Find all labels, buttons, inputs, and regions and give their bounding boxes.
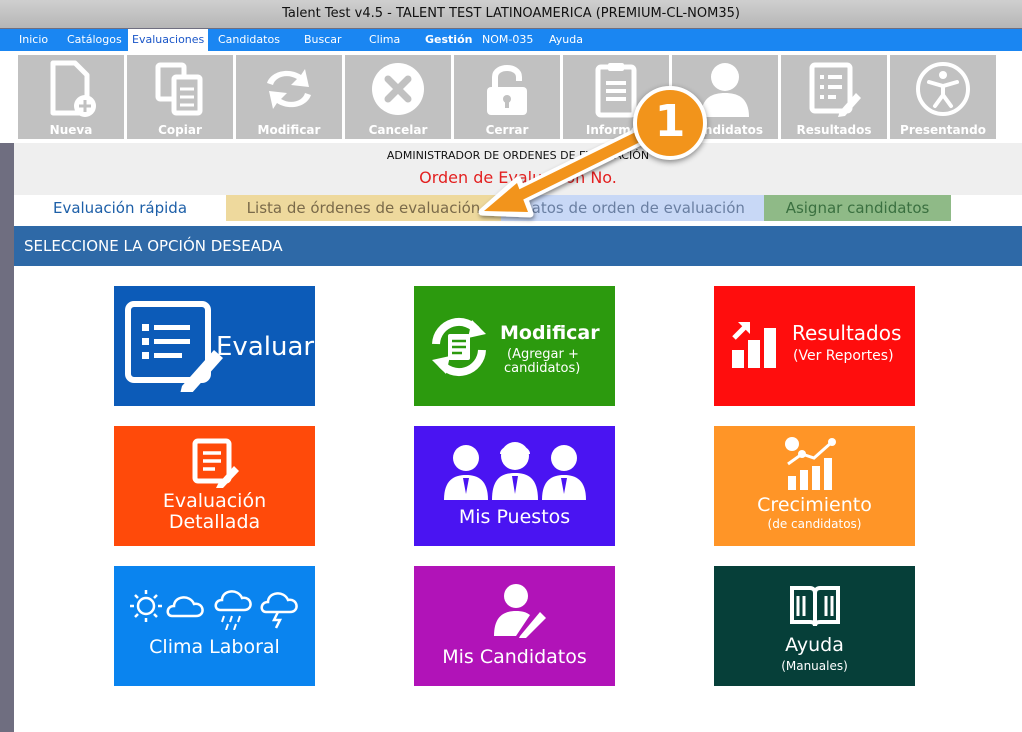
refresh-document-icon: [432, 317, 486, 377]
copiar-button[interactable]: Copiar: [127, 55, 233, 139]
cerrar-button[interactable]: Cerrar: [454, 55, 560, 139]
menu-catalogos[interactable]: Catálogos: [63, 29, 126, 51]
cancelar-button[interactable]: Cancelar: [345, 55, 451, 139]
crecimiento-tile[interactable]: Crecimiento (de candidatos): [714, 426, 915, 546]
candidate-edit-icon: [494, 584, 546, 638]
mis-puestos-tile[interactable]: Mis Puestos: [414, 426, 615, 546]
mis-candidatos-label: Mis Candidatos: [442, 646, 587, 668]
evaluacion-detallada-line1: Evaluación: [162, 490, 267, 512]
growth-chart-icon: [785, 437, 836, 490]
report-edit-icon: [809, 62, 861, 117]
evaluacion-detallada-tile[interactable]: Evaluación Detallada: [114, 426, 315, 546]
menu-gestion[interactable]: Gestión: [421, 29, 476, 51]
detail-form-icon: [192, 438, 239, 488]
ayuda-tile[interactable]: Ayuda (Manuales): [714, 566, 915, 686]
mis-candidatos-tile[interactable]: Mis Candidatos: [414, 566, 615, 686]
main-content: ADMINISTRADOR DE ORDENES DE EVALUACIÓN O…: [14, 143, 1022, 732]
toolbar: Nueva Copiar Modificar Cancelar Cerrar I…: [0, 51, 1022, 143]
clima-laboral-tile[interactable]: Clima Laboral: [114, 566, 315, 686]
evaluar-label: Evaluar: [216, 332, 315, 362]
annotation-badge: 1: [633, 86, 707, 160]
resultados-sub: (Ver Reportes): [793, 348, 894, 364]
new-document-icon: [50, 60, 96, 117]
cancel-icon: [372, 63, 424, 115]
tab-asignar-candidatos[interactable]: Asignar candidatos: [764, 195, 951, 221]
evaluacion-detallada-line2: Detallada: [168, 511, 261, 533]
ayuda-label: Ayuda: [785, 634, 844, 656]
bar-chart-icon: [732, 322, 776, 368]
modificar-label: Modificar: [500, 322, 600, 344]
tab-lista-ordenes[interactable]: Lista de órdenes de evaluación: [226, 195, 501, 221]
modificar-button[interactable]: Modificar: [236, 55, 342, 139]
admin-header: ADMINISTRADOR DE ORDENES DE EVALUACIÓN O…: [14, 143, 1022, 195]
weather-icons: [130, 590, 298, 630]
resultados-label: Resultados: [792, 321, 902, 345]
swap-arrows-icon: [267, 69, 311, 109]
tab-evaluacion-rapida[interactable]: Evaluación rápida: [14, 195, 226, 221]
tab-bar: Evaluación rápida Lista de órdenes de ev…: [14, 195, 1022, 221]
menu-clima[interactable]: Clima: [365, 29, 404, 51]
resultados-tile[interactable]: Resultados (Ver Reportes): [714, 286, 915, 406]
tab-datos-orden[interactable]: Datos de orden de evaluación: [501, 195, 764, 221]
crecimiento-label: Crecimiento: [757, 494, 872, 516]
presentando-button[interactable]: Presentando: [890, 55, 996, 139]
copy-icon: [155, 62, 203, 116]
open-book-icon: [790, 586, 840, 627]
menu-bar: Inicio Catálogos Evaluaciones Candidatos…: [0, 29, 1022, 51]
menu-inicio[interactable]: Inicio: [15, 29, 52, 51]
orden-label: Orden de Evaluación No.: [419, 168, 617, 187]
modificar-sub2: candidatos): [504, 361, 581, 376]
nueva-button[interactable]: Nueva: [18, 55, 124, 139]
clima-laboral-label: Clima Laboral: [149, 636, 280, 658]
menu-nom035[interactable]: NOM-035: [478, 29, 537, 51]
menu-buscar[interactable]: Buscar: [300, 29, 346, 51]
form-edit-icon: [125, 301, 223, 392]
team-icon: [444, 442, 586, 500]
window-title: Talent Test v4.5 - TALENT TEST LATINOAME…: [0, 0, 1022, 28]
menu-candidatos[interactable]: Candidatos: [214, 29, 284, 51]
lock-icon: [487, 65, 527, 115]
menu-ayuda[interactable]: Ayuda: [545, 29, 587, 51]
resultados-button[interactable]: Resultados: [781, 55, 887, 139]
section-title: SELECCIONE LA OPCIÓN DESEADA: [14, 226, 1022, 266]
crecimiento-sub: (de candidatos): [767, 517, 862, 531]
menu-evaluaciones[interactable]: Evaluaciones: [128, 29, 209, 51]
admin-title: ADMINISTRADOR DE ORDENES DE EVALUACIÓN: [386, 149, 650, 162]
mis-puestos-label: Mis Puestos: [458, 506, 571, 528]
modificar-tile[interactable]: Modificar (Agregar + candidatos): [414, 286, 615, 406]
evaluar-tile[interactable]: Evaluar: [114, 286, 315, 406]
modificar-sub1: (Agregar +: [507, 347, 579, 362]
ayuda-sub: (Manuales): [781, 659, 848, 673]
accessibility-icon: [916, 62, 970, 116]
